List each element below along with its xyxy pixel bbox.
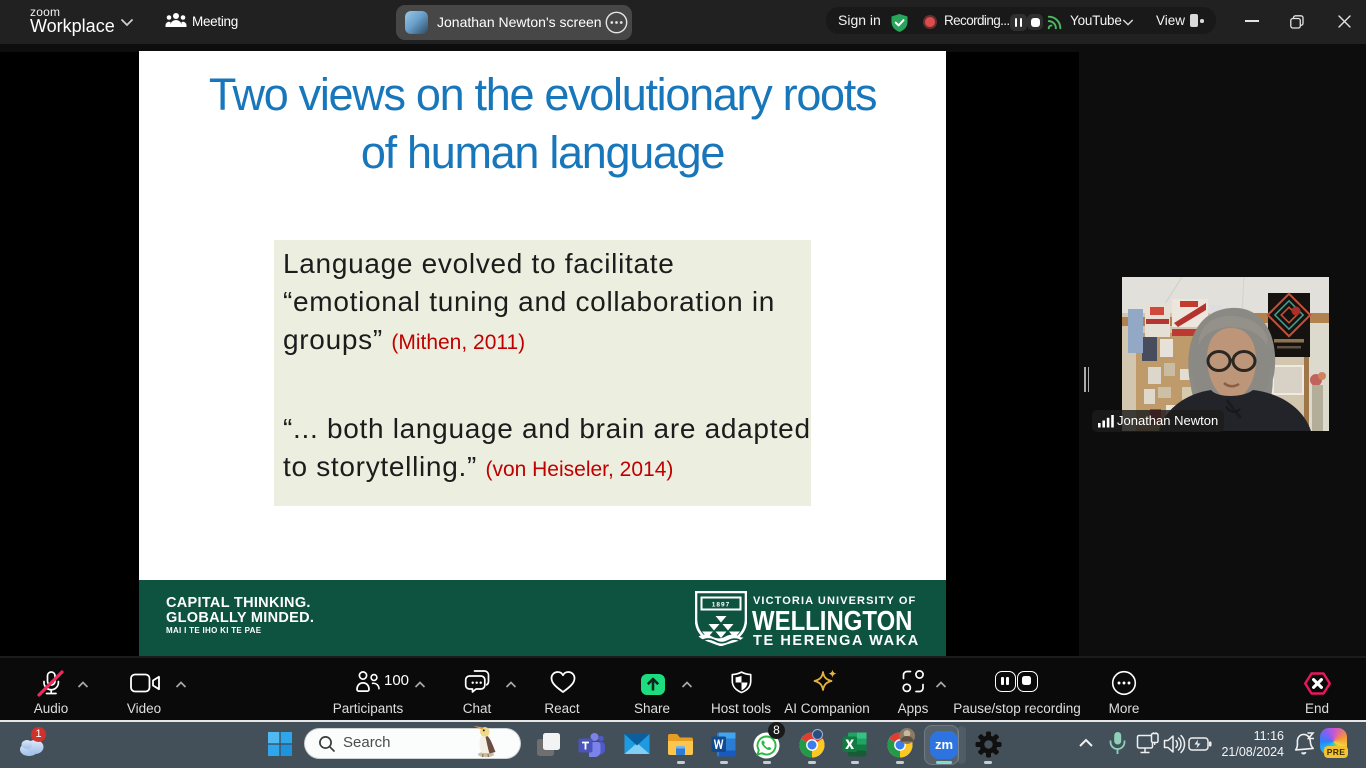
svg-text:1897: 1897 — [712, 602, 730, 609]
